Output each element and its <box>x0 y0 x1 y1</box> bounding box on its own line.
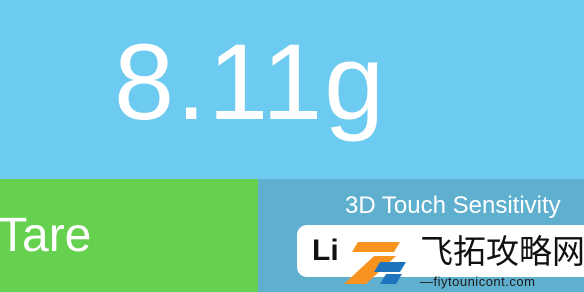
watermark-url: —fiytounicont.com <box>420 274 536 289</box>
sensitivity-option-label[interactable]: Li <box>312 232 339 270</box>
watermark-logo-icon <box>344 242 406 284</box>
tare-label: Tare <box>0 209 92 262</box>
weight-reading: 8.11g <box>114 21 387 142</box>
weight-display: 8.11g <box>0 0 584 179</box>
sensitivity-title: 3D Touch Sensitivity <box>345 192 561 219</box>
watermark-text: 飞拓攻略网 <box>420 232 584 271</box>
